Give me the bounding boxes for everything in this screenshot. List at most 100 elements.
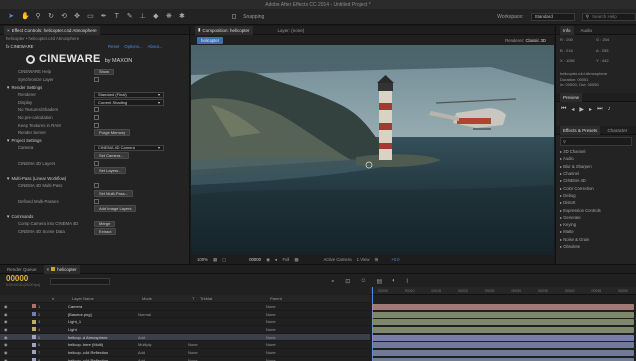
- quality-select[interactable]: Full: [282, 257, 289, 262]
- shy-icon[interactable]: ☺: [360, 278, 366, 284]
- tab-audio[interactable]: Audio: [578, 26, 596, 35]
- layer-parent-select[interactable]: None: [266, 335, 326, 340]
- graph-editor-icon[interactable]: ⌇: [406, 278, 409, 285]
- pen-tool-icon[interactable]: ✒: [101, 13, 107, 20]
- layer-parent-select[interactable]: None: [266, 327, 326, 332]
- effect-param-button[interactable]: Purge Memory: [94, 129, 131, 136]
- layer-label-color[interactable]: [32, 342, 36, 347]
- brush-tool-icon[interactable]: ✎: [127, 13, 133, 20]
- region-icon[interactable]: ▢: [222, 257, 226, 263]
- pan-behind-icon[interactable]: ✥: [74, 13, 80, 20]
- layer-trkmat-select[interactable]: None: [188, 342, 266, 347]
- layer-row[interactable]: ◉ 4 Light None: [0, 326, 370, 334]
- exposure-value[interactable]: +0.0: [391, 257, 399, 262]
- comp-flowchart-icon[interactable]: ⚬: [330, 278, 335, 285]
- layer-row[interactable]: ◉ 6 helicop..here (Multi) Multiply None None: [0, 341, 370, 350]
- about-link[interactable]: About...: [148, 44, 163, 49]
- layer-row[interactable]: ◉ 7 helicop..c4d Reflection Add None None: [0, 349, 370, 357]
- effect-param-button[interactable]: Add Image Layers: [94, 205, 137, 212]
- play-icon[interactable]: ▶: [579, 106, 584, 113]
- workspace-select[interactable]: Standard: [530, 12, 575, 21]
- effect-category[interactable]: ▸ Debug: [556, 192, 636, 199]
- layer-trkmat-select[interactable]: None: [188, 350, 266, 355]
- motion-blur-icon[interactable]: ◐: [392, 278, 396, 284]
- channel-icon[interactable]: ●: [275, 257, 278, 262]
- tab-render-queue[interactable]: Render Queue: [4, 265, 40, 274]
- rotate-tool-icon[interactable]: ↻: [48, 13, 54, 20]
- visibility-eye-icon[interactable]: ◉: [0, 319, 30, 324]
- effect-param-label[interactable]: ▼ Project Settings: [6, 138, 94, 143]
- tab-preview[interactable]: Preview: [560, 92, 583, 102]
- layer-duration-bar[interactable]: [372, 311, 634, 318]
- layer-parent-select[interactable]: None: [266, 319, 326, 324]
- layer-parent-select[interactable]: None: [266, 304, 326, 309]
- effect-param-checkbox[interactable]: [94, 77, 99, 83]
- effect-name[interactable]: fx CINEWARE: [6, 44, 94, 49]
- layer-name[interactable]: Light: [68, 327, 138, 332]
- tab-composition[interactable]: ▮ Composition: helicopter: [195, 25, 253, 35]
- effect-param-checkbox[interactable]: [94, 122, 99, 128]
- roto-brush-icon[interactable]: ❋: [166, 13, 172, 20]
- effect-category[interactable]: ▸ Noise & Grain: [556, 236, 636, 243]
- effects-search-input[interactable]: ⚲: [560, 137, 632, 146]
- layer-name[interactable]: Light_1: [68, 319, 138, 324]
- effect-category[interactable]: ▸ Expression Controls: [556, 206, 636, 213]
- layer-name[interactable]: helicop..c4d Reflection: [68, 358, 138, 361]
- next-frame-icon[interactable]: ▸: [589, 106, 592, 113]
- layer-label-color[interactable]: [32, 350, 36, 355]
- renderer-value[interactable]: Classic 3D: [525, 38, 546, 43]
- options-link[interactable]: Options...: [124, 44, 142, 49]
- search-help-input[interactable]: ⚲ Search Help: [581, 12, 636, 21]
- tab-layer[interactable]: Layer: (none): [275, 26, 308, 35]
- layer-label-color[interactable]: [32, 304, 36, 309]
- layer-row[interactable]: ◉ 8 helicop..c4d Reflection Add None None: [0, 357, 370, 361]
- layer-duration-bar[interactable]: [372, 326, 634, 333]
- effect-param-checkbox[interactable]: [94, 115, 99, 121]
- reset-link[interactable]: Reset: [108, 44, 119, 49]
- layer-name[interactable]: helicop..c4d Reflection: [68, 350, 138, 355]
- layer-duration-bar[interactable]: [372, 350, 634, 356]
- col-layer-name[interactable]: Layer Name: [72, 296, 142, 301]
- tab-info[interactable]: Info: [560, 25, 574, 35]
- effect-param-dropdown[interactable]: CINEMA 4D Camera ▾: [94, 144, 164, 152]
- effect-category[interactable]: ▸ Distort: [556, 199, 636, 206]
- tab-effect-controls[interactable]: × Effect Controls: helicopter.c4d Atmosph…: [4, 25, 100, 35]
- layer-label-color[interactable]: [32, 319, 36, 324]
- close-icon[interactable]: ×: [7, 28, 10, 33]
- col-parent[interactable]: Parent: [270, 296, 330, 301]
- visibility-eye-icon[interactable]: ◉: [0, 335, 30, 340]
- layer-mode-select[interactable]: Normal: [138, 312, 188, 317]
- selection-tool-icon[interactable]: ➤: [8, 13, 14, 20]
- timeline-search-input[interactable]: [50, 277, 111, 285]
- layer-row[interactable]: ◉ 2 [Basmor.png] Normal None: [0, 311, 370, 319]
- visibility-eye-icon[interactable]: ◉: [0, 342, 30, 347]
- effect-param-button[interactable]: Set Layers...: [94, 167, 127, 174]
- effect-category[interactable]: ▸ Color Correction: [556, 184, 636, 191]
- layer-mode-select[interactable]: Add: [138, 358, 188, 361]
- layer-name[interactable]: [Basmor.png]: [68, 312, 138, 317]
- layer-name[interactable]: Camera: [68, 304, 138, 309]
- timecode-display[interactable]: 00000: [249, 257, 261, 262]
- effect-category[interactable]: ▸ CINEMA 4D: [556, 177, 636, 184]
- effect-param-button[interactable]: Show: [94, 68, 115, 76]
- layer-label-color[interactable]: [32, 335, 36, 340]
- effect-param-label[interactable]: ▼ Multi-Pass (Linear Workflow): [6, 176, 94, 181]
- layer-mode-select[interactable]: Add: [138, 350, 188, 355]
- clone-stamp-icon[interactable]: ⊥: [140, 13, 146, 20]
- col-mode[interactable]: Mode: [142, 296, 192, 301]
- layer-parent-select[interactable]: None: [266, 358, 326, 361]
- snapping-checkbox[interactable]: [231, 14, 237, 19]
- effect-param-checkbox[interactable]: [94, 160, 99, 166]
- grid-icon[interactable]: ▦: [213, 257, 217, 263]
- audio-icon[interactable]: ♪: [607, 106, 610, 112]
- effect-param-dropdown[interactable]: Standard (Final) ▾: [94, 91, 164, 99]
- rectangle-tool-icon[interactable]: ▭: [87, 13, 94, 20]
- layer-parent-select[interactable]: None: [266, 350, 326, 355]
- visibility-eye-icon[interactable]: ◉: [0, 327, 30, 332]
- effect-category[interactable]: ▸ Matte: [556, 228, 636, 235]
- puppet-pin-icon[interactable]: ✱: [179, 13, 185, 20]
- first-frame-icon[interactable]: ⏮: [561, 106, 566, 113]
- effect-category[interactable]: ▸ Audio: [556, 155, 636, 162]
- visibility-eye-icon[interactable]: ◉: [0, 304, 30, 309]
- effect-param-button[interactable]: Set Multi-Pass...: [94, 190, 134, 197]
